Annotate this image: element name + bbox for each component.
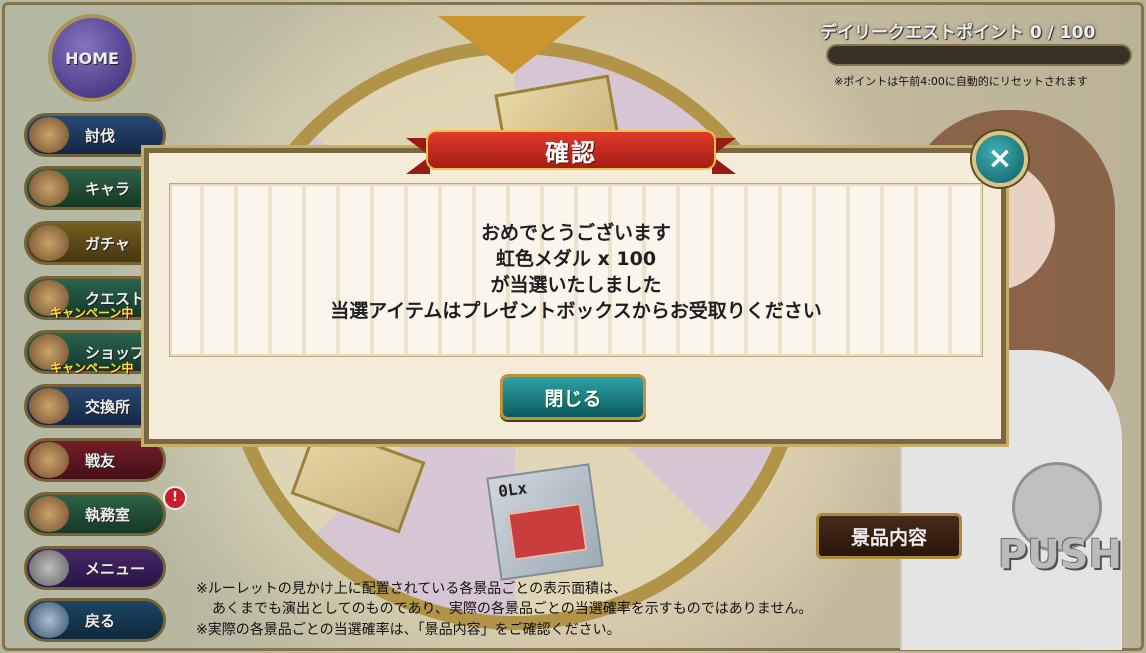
message-line-3: が当選いたしました [490,274,662,296]
dialog-body: おめでとうございます 虹色メダル x 100 が当選いたしました 当選アイテムは… [170,220,982,324]
roulette-screen: 0Lx デイリークエストポイント 0 / 100 ※ポイントは午前4:00に自動… [0,0,1146,653]
message-line-1: おめでとうございます [480,222,671,244]
message-line-2: 虹色メダル x 100 [495,248,657,270]
dialog-close-icon-button[interactable]: × [972,131,1028,187]
dialog-title-ribbon: 確認 [406,128,736,174]
close-button[interactable]: 閉じる [500,374,646,420]
dialog-title: 確認 [545,138,597,167]
close-icon: × [987,141,1013,176]
close-button-label: 閉じる [544,387,602,410]
dialog-message-panel: おめでとうございます 虹色メダル x 100 が当選いたしました 当選アイテムは… [169,183,983,357]
ribbon-band: 確認 [426,130,716,170]
message-line-4: 当選アイテムはプレゼントボックスからお受取りください [330,300,822,322]
